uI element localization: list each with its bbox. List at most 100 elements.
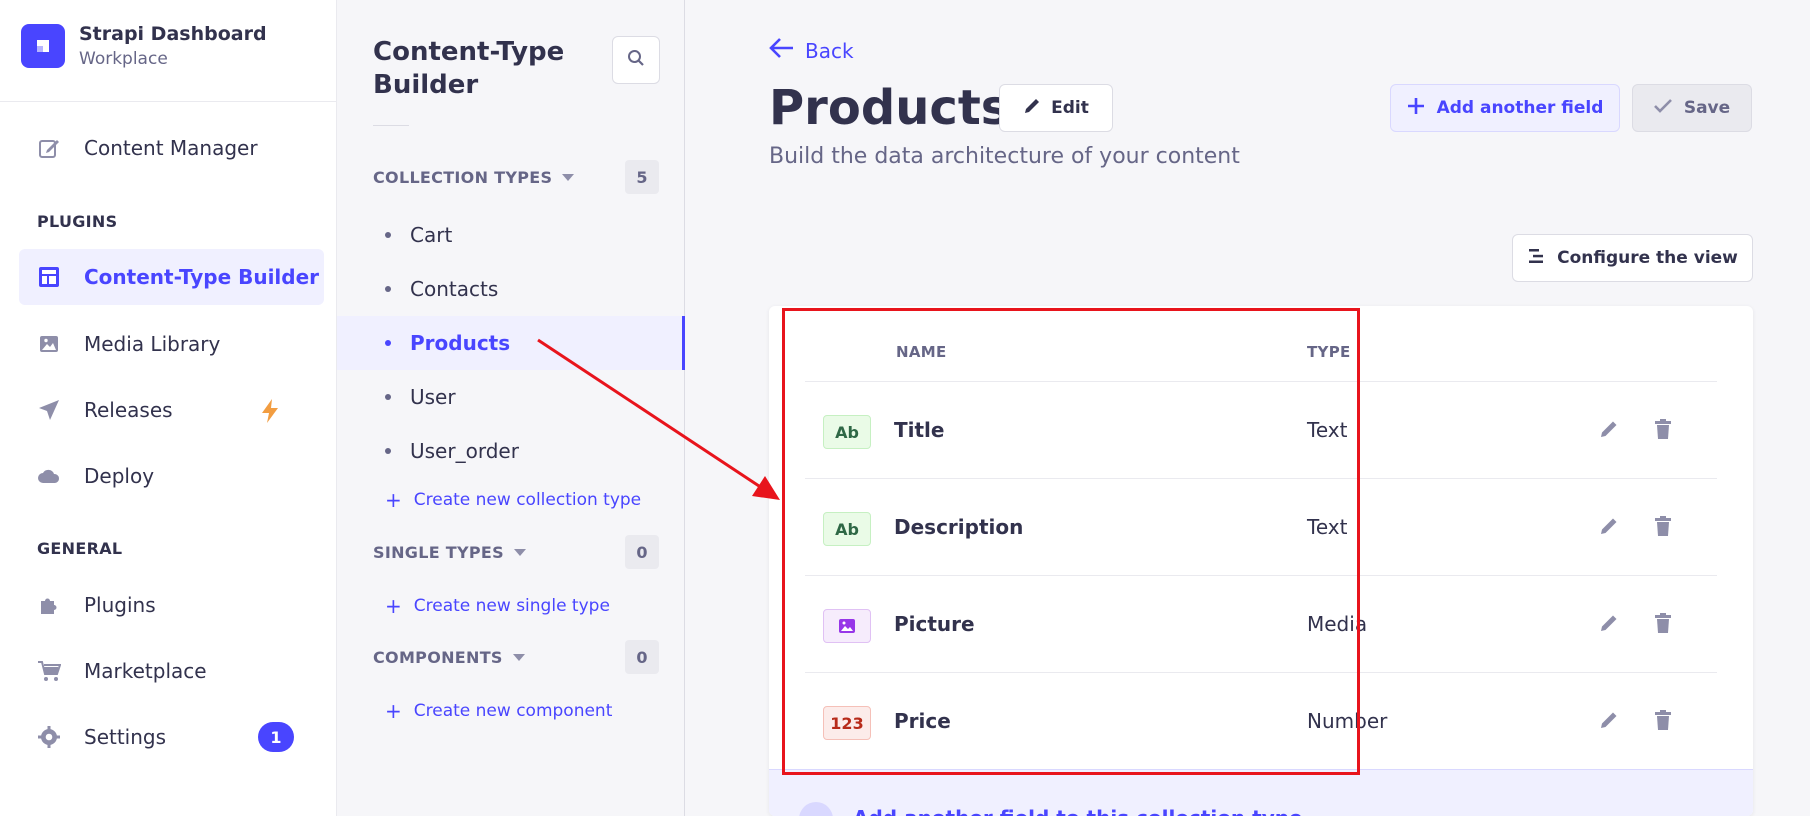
cloud-icon <box>36 463 62 489</box>
item-label: Cart <box>410 223 453 247</box>
collection-item-cart[interactable]: Cart <box>337 208 685 262</box>
collection-types-toggle[interactable]: COLLECTION TYPES <box>373 168 575 187</box>
create-single-type-link[interactable]: + Create new single type <box>385 596 610 616</box>
nav-divider <box>0 101 337 102</box>
brand-subtitle: Workplace <box>79 49 168 69</box>
create-collection-type-link[interactable]: + Create new collection type <box>385 490 641 510</box>
components-count-badge: 0 <box>625 640 659 674</box>
brand: Strapi Dashboard Workplace <box>21 23 267 69</box>
item-label: User_order <box>410 439 519 463</box>
delete-field-trash-icon[interactable] <box>1654 613 1672 637</box>
bullet-icon <box>385 394 391 400</box>
collection-item-user[interactable]: User <box>337 370 685 424</box>
components-toggle[interactable]: COMPONENTS <box>373 648 525 667</box>
link-label: Create new component <box>413 701 613 721</box>
bullet-icon <box>385 232 391 238</box>
main-nav: Strapi Dashboard Workplace Content Manag… <box>0 0 337 816</box>
plus-icon: + <box>385 699 402 723</box>
page-title: Products <box>769 80 1010 136</box>
plus-icon: + <box>385 594 402 618</box>
add-another-field-button[interactable]: Add another field <box>1390 84 1620 132</box>
page-subtitle: Build the data architecture of your cont… <box>769 144 1240 169</box>
shopping-cart-icon <box>36 658 62 684</box>
bullet-icon <box>385 448 391 454</box>
nav-item-media-library[interactable]: Media Library <box>19 316 324 372</box>
notification-badge: 1 <box>258 722 294 752</box>
single-types-toggle[interactable]: SINGLE TYPES <box>373 543 526 562</box>
nav-item-releases[interactable]: Releases <box>19 382 324 438</box>
content-type-builder-subnav: Content-Type Builder COLLECTION TYPES 5 … <box>337 0 685 816</box>
caret-down-icon <box>513 549 526 556</box>
check-icon <box>1653 98 1672 118</box>
strapi-logo-icon <box>21 24 65 68</box>
caret-down-icon <box>562 174 575 181</box>
layout-icon <box>36 264 62 290</box>
collection-item-user-order[interactable]: User_order <box>337 424 685 478</box>
subnav-title: Content-Type Builder <box>373 37 565 100</box>
nav-label: Plugins <box>84 593 156 617</box>
highlight-box <box>782 308 1360 775</box>
single-count-badge: 0 <box>625 535 659 569</box>
edit-label: Edit <box>1051 98 1089 118</box>
caret-down-icon <box>512 654 525 661</box>
category-label: COLLECTION TYPES <box>373 168 553 187</box>
feather-pen-icon <box>36 135 62 161</box>
category-label: COMPONENTS <box>373 648 503 667</box>
nav-item-deploy[interactable]: Deploy <box>19 448 324 504</box>
add-field-to-collection-row[interactable]: Add another field to this collection typ… <box>769 769 1753 816</box>
pencil-icon <box>1023 97 1041 120</box>
link-label: Create new single type <box>413 596 610 616</box>
create-component-link[interactable]: + Create new component <box>385 701 612 721</box>
save-label: Save <box>1683 98 1731 118</box>
nav-label: Releases <box>84 398 173 422</box>
arrow-left-icon <box>769 37 795 64</box>
nav-item-content-type-builder[interactable]: Content-Type Builder <box>19 249 324 305</box>
edit-field-pencil-icon[interactable] <box>1599 419 1619 443</box>
nav-item-settings[interactable]: Settings 1 <box>19 709 324 765</box>
list-settings-icon <box>1527 247 1545 270</box>
configure-label: Configure the view <box>1557 248 1738 268</box>
collection-count-badge: 5 <box>625 160 659 194</box>
edit-field-pencil-icon[interactable] <box>1599 613 1619 637</box>
configure-view-button[interactable]: Configure the view <box>1512 234 1753 282</box>
section-plugins: PLUGINS <box>37 212 118 231</box>
images-icon <box>36 331 62 357</box>
delete-field-trash-icon[interactable] <box>1654 516 1672 540</box>
add-field-label: Add another field <box>1436 98 1604 118</box>
delete-field-trash-icon[interactable] <box>1654 419 1672 443</box>
plus-icon <box>1407 97 1425 120</box>
bullet-icon <box>385 286 391 292</box>
item-label: Products <box>410 331 511 355</box>
edit-field-pencil-icon[interactable] <box>1599 516 1619 540</box>
plus-icon: + <box>385 488 402 512</box>
section-general: GENERAL <box>37 539 123 558</box>
nav-label: Content-Type Builder <box>84 265 320 289</box>
nav-item-plugins[interactable]: Plugins <box>19 577 324 633</box>
nav-label: Media Library <box>84 332 221 356</box>
collection-item-products[interactable]: Products <box>337 316 685 370</box>
collection-item-contacts[interactable]: Contacts <box>337 262 685 316</box>
back-link[interactable]: Back <box>769 37 854 64</box>
plus-circle-icon <box>799 802 833 816</box>
nav-label: Content Manager <box>84 136 258 160</box>
nav-item-marketplace[interactable]: Marketplace <box>19 643 324 699</box>
category-label: SINGLE TYPES <box>373 543 504 562</box>
item-label: User <box>410 385 456 409</box>
lightning-icon <box>260 399 280 427</box>
search-icon <box>627 49 645 71</box>
bullet-icon <box>385 340 391 346</box>
save-button[interactable]: Save <box>1632 84 1752 132</box>
nav-item-content-manager[interactable]: Content Manager <box>19 120 324 176</box>
search-button[interactable] <box>612 36 660 84</box>
item-label: Contacts <box>410 277 499 301</box>
back-label: Back <box>805 38 854 63</box>
link-label: Create new collection type <box>413 490 642 510</box>
delete-field-trash-icon[interactable] <box>1654 710 1672 734</box>
edit-button[interactable]: Edit <box>999 84 1113 132</box>
edit-field-pencil-icon[interactable] <box>1599 710 1619 734</box>
brand-title: Strapi Dashboard <box>79 23 267 45</box>
nav-label: Marketplace <box>84 659 207 683</box>
puzzle-icon <box>36 592 62 618</box>
nav-label: Settings <box>84 725 167 749</box>
add-row-label: Add another field to this collection typ… <box>853 806 1303 816</box>
